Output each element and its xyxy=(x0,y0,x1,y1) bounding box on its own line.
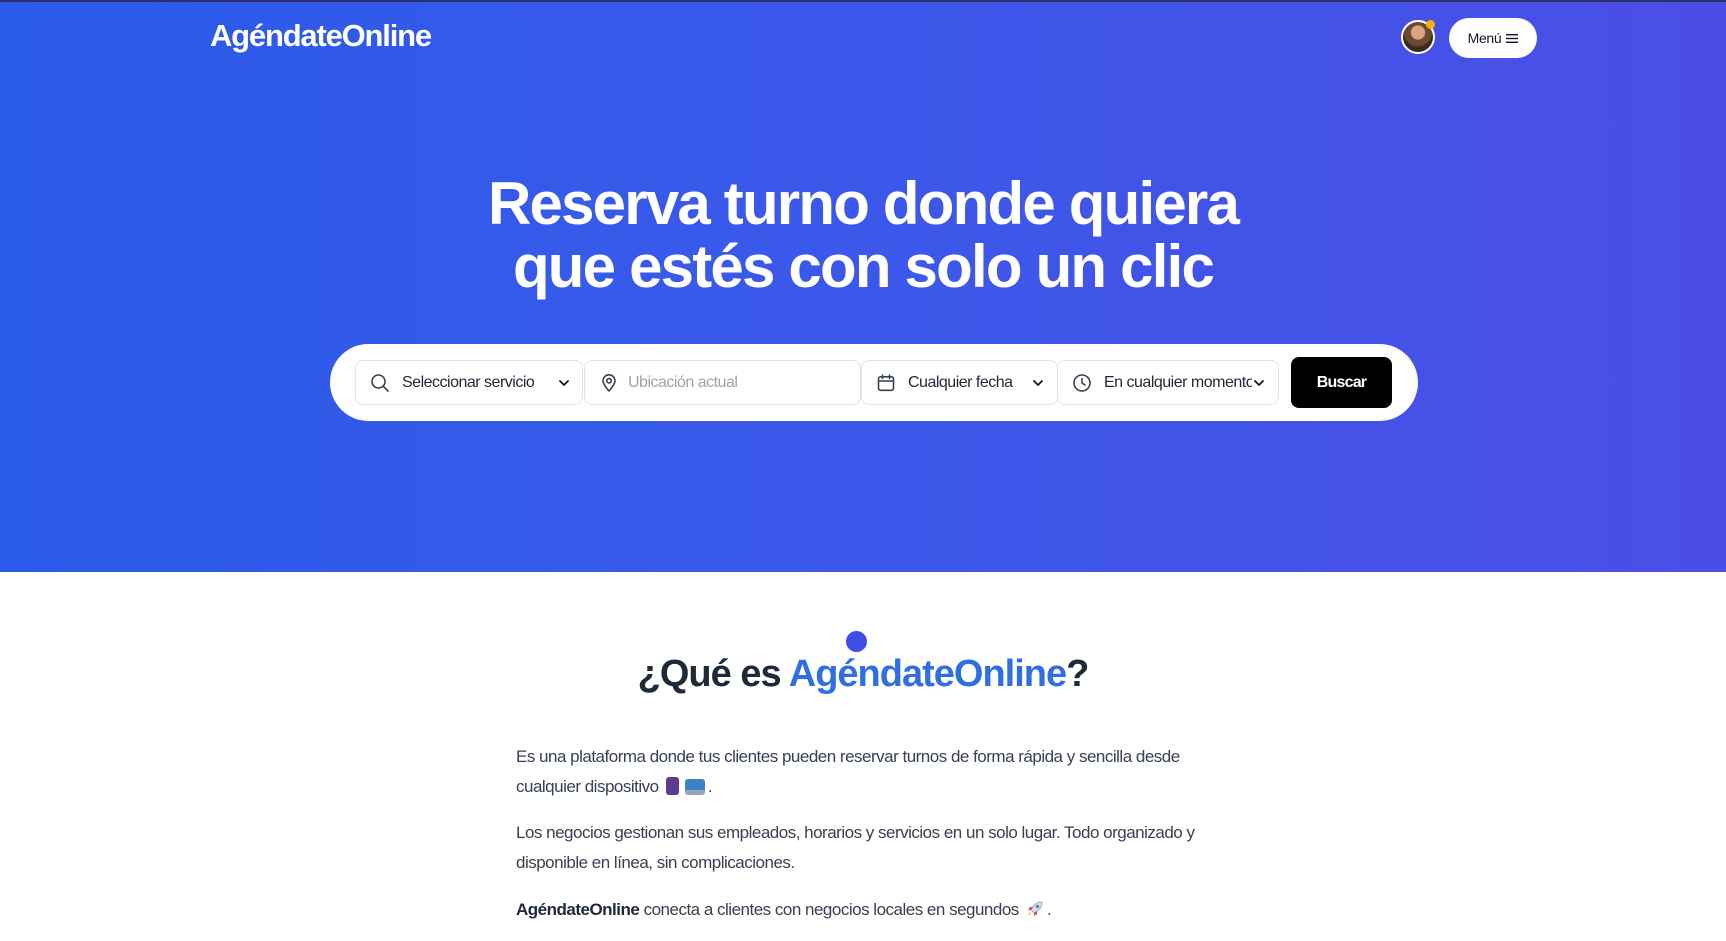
notification-dot xyxy=(1426,20,1435,29)
chevron-down-icon xyxy=(1033,380,1043,386)
location-placeholder: Ubicación actual xyxy=(628,374,738,391)
about-paragraph-3-brand: AgéndateOnline xyxy=(516,900,640,919)
mobile-phone-icon xyxy=(665,777,679,795)
about-paragraph-1-text: Es una plataforma donde tus clientes pue… xyxy=(516,747,1180,796)
clock-icon xyxy=(1073,374,1091,392)
hamburger-icon xyxy=(1506,33,1519,43)
date-select[interactable]: Cualquier fecha xyxy=(861,360,1058,405)
headline-line-2: que estés con solo un clic xyxy=(512,233,1215,300)
about-paragraph-1-end: . xyxy=(707,777,713,796)
about-title-prefix: ¿Qué es xyxy=(637,653,789,695)
headline-line-1: Reserva turno donde quiera xyxy=(487,170,1240,237)
time-select[interactable]: En cualquier momento xyxy=(1057,360,1279,405)
chevron-down-icon xyxy=(559,380,569,386)
date-select-label: Cualquier fecha xyxy=(908,374,1013,391)
search-icon xyxy=(371,374,389,392)
about-paragraph-2: Los negocios gestionan sus empleados, ho… xyxy=(516,823,1195,872)
site-logo[interactable]: AgéndateOnline xyxy=(210,18,432,54)
chevron-down-icon xyxy=(1254,380,1264,386)
accent-dot xyxy=(846,631,867,652)
search-button[interactable]: Buscar xyxy=(1291,357,1392,408)
about-paragraph-3-text: conecta a clientes con negocios locales … xyxy=(639,900,1020,919)
about-title-brand: AgéndateOnline xyxy=(788,653,1067,695)
about-paragraph-1: Es una plataforma donde tus clientes pue… xyxy=(516,742,1246,802)
search-bar: Seleccionar servicio Ubicación actual Cu… xyxy=(330,344,1418,421)
location-input[interactable]: Ubicación actual xyxy=(584,360,861,405)
about-paragraph-3-end: . xyxy=(1047,900,1052,919)
time-select-label: En cualquier momento xyxy=(1104,374,1252,391)
laptop-icon xyxy=(684,779,705,795)
hero-section: AgéndateOnline Menú Reserva turno donde … xyxy=(0,0,1726,572)
about-title: ¿Qué es AgéndateOnline? xyxy=(363,653,1363,696)
calendar-icon xyxy=(877,374,895,392)
about-paragraph-3: AgéndateOnline conecta a clientes con ne… xyxy=(516,895,1246,925)
menu-button-label: Menú xyxy=(1467,30,1502,46)
map-pin-icon xyxy=(602,374,616,392)
rocket-icon xyxy=(1028,901,1043,916)
hero-headline: Reserva turno donde quiera que estés con… xyxy=(363,172,1363,298)
service-select[interactable]: Seleccionar servicio xyxy=(355,360,583,405)
menu-button[interactable]: Menú xyxy=(1449,18,1537,58)
service-select-label: Seleccionar servicio xyxy=(402,374,535,391)
about-title-suffix: ? xyxy=(1066,653,1089,695)
